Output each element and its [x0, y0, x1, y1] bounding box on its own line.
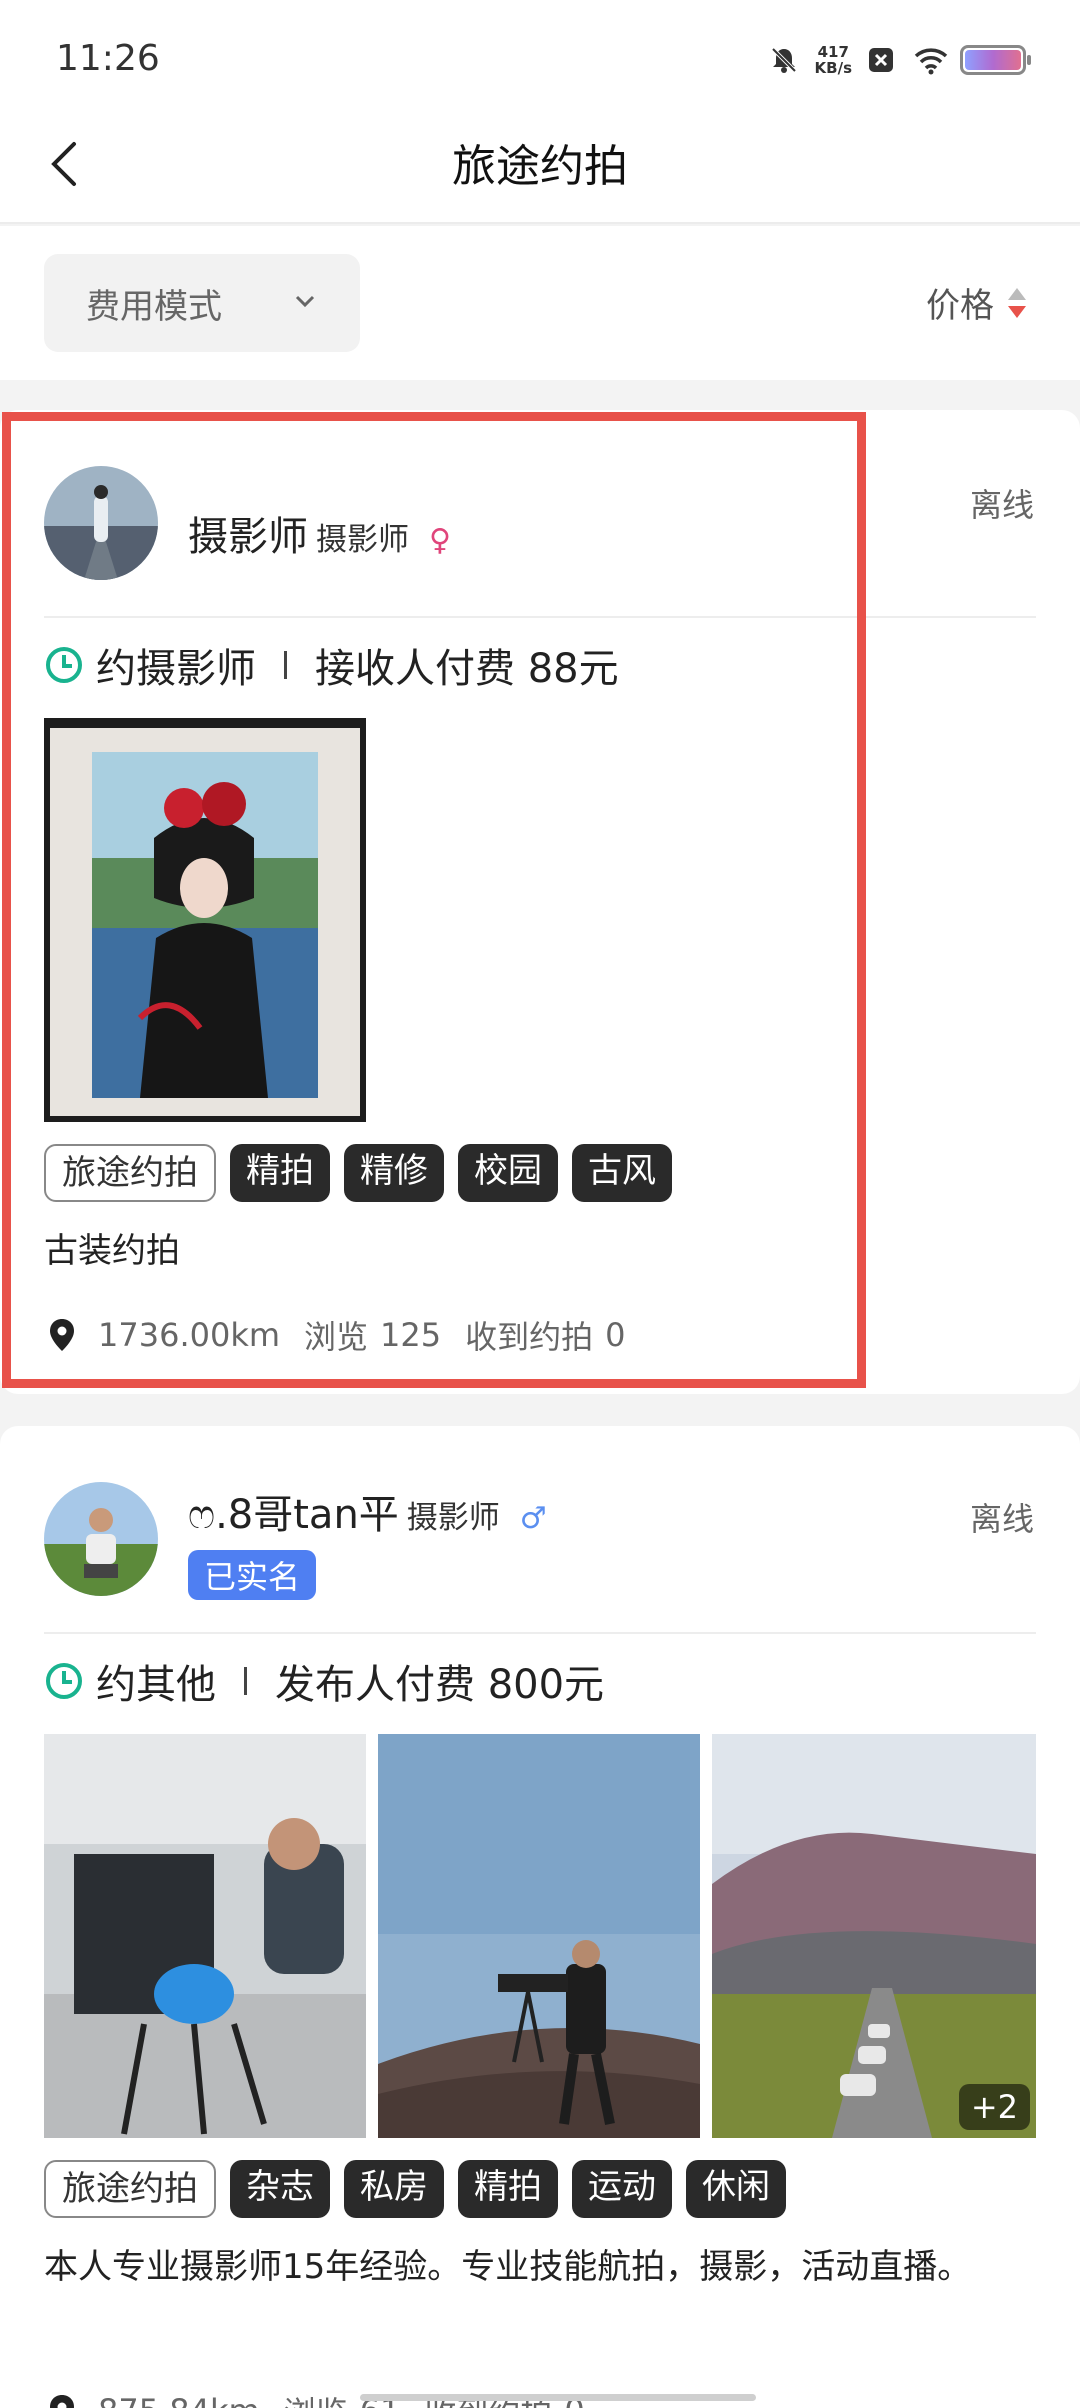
- distance: 1736.00km: [98, 1316, 281, 1354]
- booking-price: 接收人付费 88元: [315, 646, 619, 692]
- post-card[interactable]: ෆ.8哥tan平 摄影师 ♂ 已实名 离线 约其他 发布人付费 800元 +2 …: [0, 1426, 1080, 2408]
- user-role: 摄影师: [316, 522, 409, 558]
- filter-bar: 费用模式 价格: [0, 226, 1080, 380]
- price-sort-label: 价格: [926, 286, 994, 326]
- views-label: 浏览: [304, 1318, 369, 1356]
- tag[interactable]: 运动: [572, 2160, 672, 2218]
- separator: [284, 651, 287, 679]
- chevron-down-icon: [295, 295, 315, 308]
- battery-icon: [960, 45, 1031, 75]
- sort-arrows-icon: [1008, 287, 1026, 318]
- wifi-icon: [914, 45, 948, 75]
- status-icons: 417 KB/s: [769, 43, 1031, 77]
- user-role: 摄影师: [406, 1500, 500, 1536]
- post-photo[interactable]: [44, 718, 366, 1122]
- post-photo[interactable]: [44, 1734, 366, 2138]
- avatar[interactable]: [44, 1482, 158, 1596]
- tag[interactable]: 旅途约拍: [44, 1144, 216, 1202]
- page-title: 旅途约拍: [452, 141, 628, 192]
- distance: 875.84km: [98, 2392, 260, 2408]
- tag[interactable]: 古风: [572, 1144, 672, 1202]
- tag-list: 旅途约拍 精拍 精修 校园 古风: [44, 1144, 672, 1202]
- post-photo[interactable]: [378, 1734, 700, 2138]
- views-label: 浏览: [284, 2388, 348, 2408]
- received-label: 收到约拍: [465, 1318, 594, 1356]
- status-bar: 11:26 417 KB/s: [0, 0, 1080, 120]
- scroll-indicator: [360, 2394, 756, 2401]
- separator: [244, 1667, 247, 1695]
- user-name: ෆ.8哥tan平: [188, 1492, 399, 1538]
- title-bar: 旅途约拍: [0, 120, 1080, 224]
- avatar[interactable]: [44, 466, 158, 580]
- price-sort-button[interactable]: 价格: [926, 278, 1028, 327]
- location-pin-icon: [50, 2395, 74, 2408]
- tag[interactable]: 精拍: [230, 1144, 330, 1202]
- booking-info: 约摄影师 接收人付费 88元: [44, 636, 619, 694]
- location-pin-icon: [50, 1319, 74, 1351]
- tag[interactable]: 杂志: [230, 2160, 330, 2218]
- user-info: ෆ.8哥tan平 摄影师 ♂: [188, 1482, 547, 1540]
- online-status: 离线: [969, 1500, 1034, 1538]
- views-count: 125: [380, 1316, 442, 1354]
- divider: [44, 1632, 1036, 1634]
- tag[interactable]: 休闲: [686, 2160, 786, 2218]
- fee-mode-dropdown[interactable]: 费用模式: [44, 254, 360, 352]
- verified-badge: 已实名: [188, 1550, 317, 1600]
- female-icon: ♀: [429, 523, 451, 558]
- booking-info: 约其他 发布人付费 800元: [44, 1652, 604, 1710]
- received-count: 0: [605, 1316, 626, 1354]
- tag[interactable]: 校园: [458, 1144, 558, 1202]
- clock-icon: [46, 1663, 82, 1699]
- post-description: 古装约拍: [44, 1231, 180, 1271]
- more-photos-badge[interactable]: +2: [958, 2084, 1030, 2130]
- booking-type: 约其他: [96, 1662, 216, 1708]
- tag[interactable]: 私房: [344, 2160, 444, 2218]
- user-name: 摄影师: [188, 514, 308, 560]
- online-status: 离线: [969, 486, 1034, 524]
- booking-type: 约摄影师: [96, 646, 256, 692]
- tag[interactable]: 精修: [344, 1144, 444, 1202]
- status-time: 11:26: [56, 38, 160, 79]
- booking-price: 发布人付费 800元: [275, 1662, 605, 1708]
- post-photo[interactable]: +2: [712, 1734, 1036, 2138]
- tag[interactable]: 精拍: [458, 2160, 558, 2218]
- post-card[interactable]: 摄影师 摄影师 ♀ 离线 约摄影师 接收人付费 88元 旅途约拍 精拍 精修 校…: [0, 410, 1080, 1394]
- post-stats: 1736.00km 浏览 125 收到约拍 0: [44, 1312, 650, 1358]
- post-description: 本人专业摄影师15年经验。专业技能航拍，摄影，活动直播。: [44, 2247, 972, 2287]
- tag[interactable]: 旅途约拍: [44, 2160, 216, 2218]
- sim-x-icon: [868, 45, 898, 75]
- fee-mode-label: 费用模式: [86, 286, 222, 327]
- clock-icon: [46, 647, 82, 683]
- mute-bell-icon: [769, 45, 799, 75]
- male-icon: ♂: [519, 1501, 547, 1536]
- tag-list: 旅途约拍 杂志 私房 精拍 运动 休闲: [44, 2160, 786, 2218]
- network-speed: 417 KB/s: [814, 43, 852, 77]
- divider: [44, 616, 1036, 618]
- user-info: 摄影师 摄影师 ♀: [188, 504, 451, 562]
